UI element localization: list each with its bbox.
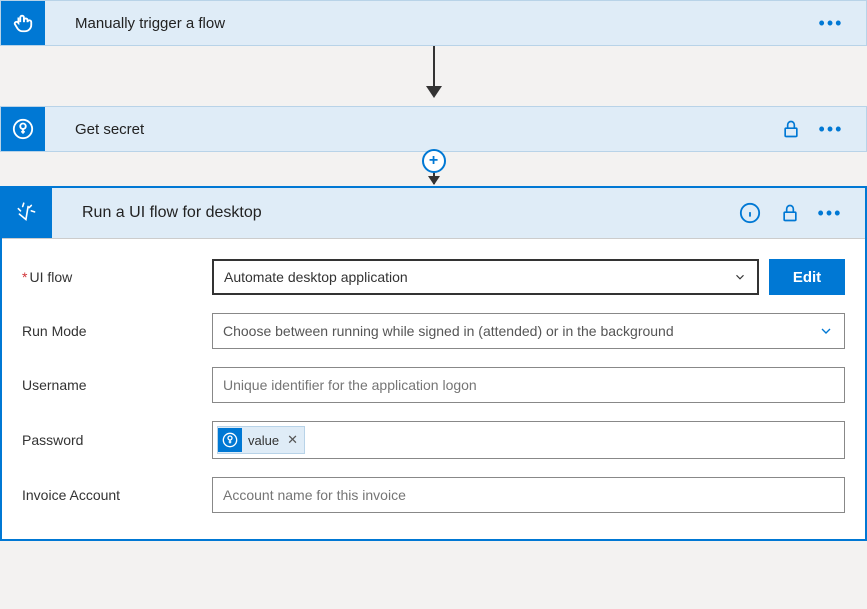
chevron-down-icon xyxy=(733,270,747,284)
info-icon[interactable] xyxy=(739,202,761,224)
step-manual-trigger[interactable]: Manually trigger a flow ••• xyxy=(0,0,867,46)
step-run-ui-flow: Run a UI flow for desktop ••• *UI flow xyxy=(0,186,867,541)
remove-token-icon[interactable]: ✕ xyxy=(285,432,298,448)
step-title: Get secret xyxy=(45,121,780,138)
more-icon[interactable]: ••• xyxy=(820,12,842,34)
key-vault-icon xyxy=(218,428,242,452)
lock-icon[interactable] xyxy=(779,202,801,224)
more-icon[interactable]: ••• xyxy=(819,202,841,224)
runmode-select[interactable]: Choose between running while signed in (… xyxy=(212,313,845,349)
runmode-placeholder: Choose between running while signed in (… xyxy=(223,323,674,339)
invoice-input[interactable] xyxy=(212,477,845,513)
password-input[interactable]: value ✕ xyxy=(212,421,845,459)
secret-value-token[interactable]: value ✕ xyxy=(217,426,305,454)
key-vault-icon xyxy=(1,107,45,151)
step-get-secret[interactable]: Get secret ••• xyxy=(0,106,867,152)
connector-arrow xyxy=(0,46,867,106)
add-step-button[interactable]: + xyxy=(422,149,446,173)
step-title: Manually trigger a flow xyxy=(45,15,820,32)
lock-icon[interactable] xyxy=(780,118,802,140)
edit-button[interactable]: Edit xyxy=(769,259,845,295)
uiflow-select[interactable]: Automate desktop application xyxy=(212,259,759,295)
label-username: Username xyxy=(22,377,212,393)
step-header[interactable]: Run a UI flow for desktop ••• xyxy=(2,188,865,239)
chevron-down-icon xyxy=(818,323,834,339)
label-uiflow: *UI flow xyxy=(22,269,212,285)
label-invoice: Invoice Account xyxy=(22,487,212,503)
username-input[interactable] xyxy=(212,367,845,403)
step-title: Run a UI flow for desktop xyxy=(52,204,739,222)
ui-flow-icon xyxy=(2,188,52,238)
uiflow-value: Automate desktop application xyxy=(224,269,408,285)
more-icon[interactable]: ••• xyxy=(820,118,842,140)
touch-icon xyxy=(1,1,45,45)
connector-arrow: + xyxy=(0,152,867,186)
step-form: *UI flow Automate desktop application Ed… xyxy=(2,239,865,539)
label-password: Password xyxy=(22,432,212,448)
token-label: value xyxy=(248,433,279,448)
label-runmode: Run Mode xyxy=(22,323,212,339)
